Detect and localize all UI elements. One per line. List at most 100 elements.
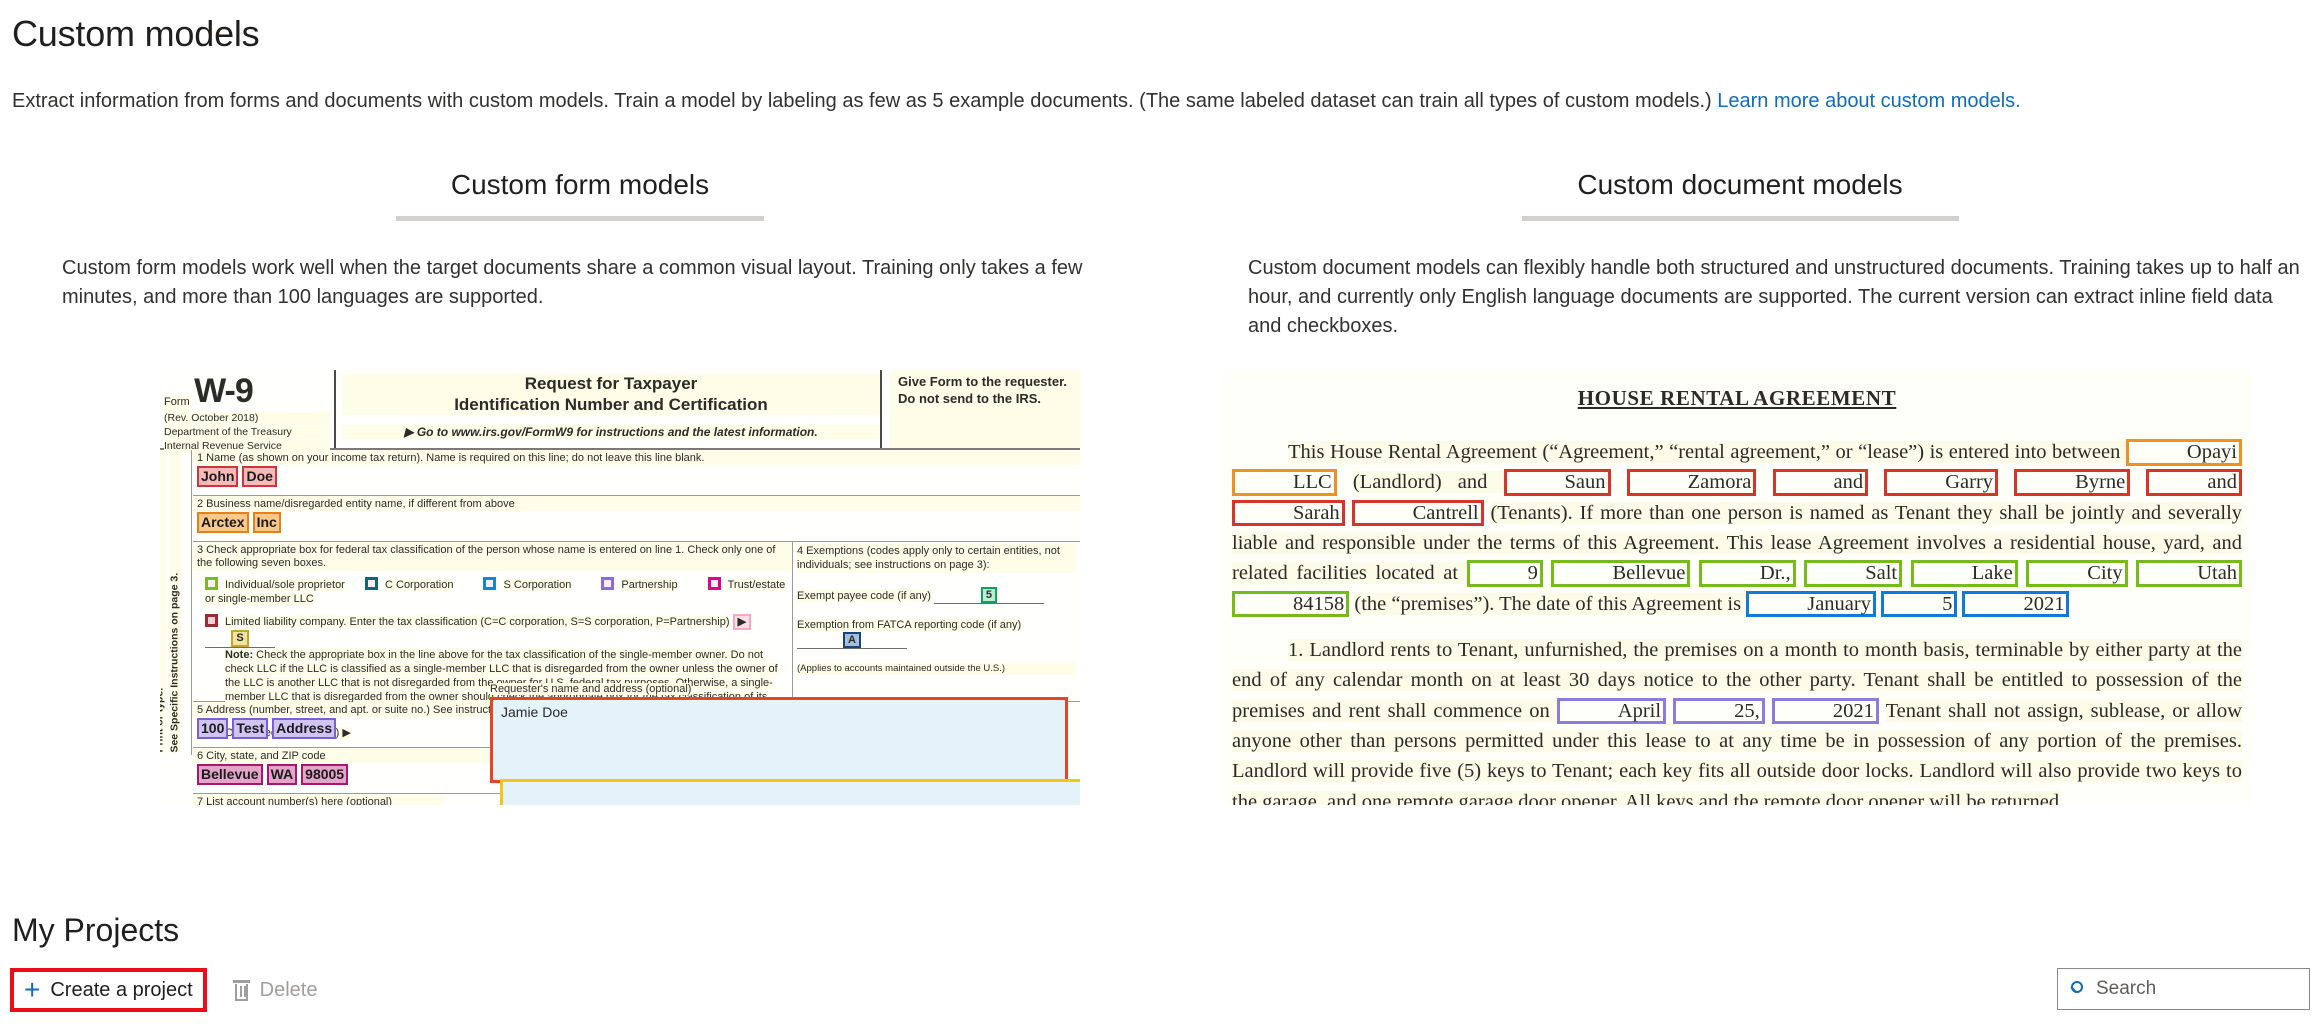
labeled-field-token: Saun	[1503, 469, 1611, 496]
labeled-field-token: 84158	[1232, 590, 1350, 618]
labeled-field-token: Utah	[2136, 560, 2243, 587]
w9-requester-value: Jamie Doe	[501, 704, 568, 720]
w9-revision: (Rev. October 2018)	[164, 412, 330, 426]
w9-title-block: Request for Taxpayer Identification Numb…	[342, 370, 882, 448]
custom-form-models-column: Custom form models Custom form models wo…	[10, 160, 1150, 312]
labeled-field-token: Byrne	[2014, 469, 2131, 496]
labeled-field-token: and	[2146, 469, 2243, 496]
labeled-field-token: 2021	[1771, 697, 1879, 725]
create-a-project-button[interactable]: + Create a project	[10, 968, 207, 1012]
w9-title-line2: Identification Number and Certification	[342, 394, 880, 416]
w9-fatca-label: Exemption from FATCA reporting code (if …	[797, 618, 1022, 631]
w9-line2-row: 2 Business name/disregarded entity name,…	[193, 496, 1080, 542]
w9-line3-row: 4 Exemptions (codes apply only to certai…	[193, 542, 1080, 739]
w9-line7-label: 7 List account number(s) here (optional)	[193, 794, 443, 805]
paragraph-text: (Landlord) and	[1352, 471, 1504, 494]
labeled-field-token: Lake	[1910, 560, 2018, 587]
w9-requester-label: Requester's name and address (optional)	[490, 683, 692, 695]
labeled-field-token: 25,	[1673, 697, 1765, 725]
projects-toolbar: + Create a project Delete	[10, 968, 325, 1012]
delete-button[interactable]: Delete	[225, 975, 326, 1006]
custom-document-models-heading: Custom document models	[1577, 169, 1903, 200]
w9-line6-token: WA	[266, 764, 298, 785]
rental-paragraph-1: This House Rental Agreement (“Agreement,…	[1232, 437, 2243, 619]
page-description: Extract information from forms and docum…	[12, 88, 2021, 114]
w9-line1-token: John	[197, 466, 239, 487]
w9-checkbox-label: Partnership	[621, 578, 678, 591]
learn-more-link[interactable]: Learn more about custom models.	[1717, 90, 2021, 112]
labeled-field-token: Opayi	[2125, 439, 2242, 466]
w9-exempt-payee-row: Exempt payee code (if any) 5	[797, 586, 1076, 604]
w9-exempt-payee-value: 5	[980, 586, 998, 603]
search-icon	[2068, 980, 2085, 998]
w9-title-line1: Request for Taxpayer	[342, 374, 880, 395]
page-description-text: Extract information from forms and docum…	[12, 90, 1718, 112]
w9-llc-code: S	[231, 630, 249, 647]
w9-line2-token: Inc	[252, 512, 281, 533]
w9-llc-arrow-tag: ▶	[732, 614, 752, 631]
paragraph-text: (the “premises”). The date of this Agree…	[1354, 592, 1747, 615]
w9-header: Form W-9 (Rev. October 2018) Department …	[160, 370, 1080, 454]
labeled-field-token: LLC	[1232, 469, 1337, 496]
w9-checkbox-option[interactable]: C Corporation	[365, 576, 454, 593]
w9-line2-token: Arctex	[197, 512, 249, 533]
w9-form-identity: Form W-9 (Rev. October 2018) Department …	[160, 370, 336, 454]
w9-fatca-value: A	[843, 631, 861, 649]
w9-checkbox-label: Trust/estate	[727, 578, 786, 591]
w9-line5-token: Address	[272, 718, 337, 739]
labeled-field-token: Garry	[1884, 469, 1999, 496]
w9-line3-label: 3 Check appropriate box for federal tax …	[193, 542, 793, 571]
w9-fatca-underline: A	[797, 631, 907, 650]
search-box[interactable]	[2057, 968, 2310, 1010]
trash-icon	[232, 979, 250, 1001]
w9-checkbox-option[interactable]: Partnership	[601, 576, 678, 593]
paragraph-text: This House Rental Agreement (“Agreement,…	[1288, 441, 2126, 463]
w9-form-number: W-9	[194, 372, 254, 410]
custom-form-models-description: Custom form models work well when the ta…	[62, 256, 1083, 308]
rental-agreement-sample-image: HOUSE RENTAL AGREEMENT This House Rental…	[1222, 370, 2252, 805]
w9-goto-line: ▶ Go to www.irs.gov/FormW9 for instructi…	[342, 425, 880, 440]
w9-vertical-sidebar: Print or type. See Specific Instructions…	[160, 450, 192, 755]
checkbox-icon[interactable]	[707, 576, 721, 590]
w9-line4-label: 4 Exemptions (codes apply only to certai…	[797, 544, 1076, 573]
labeled-field-token: Bellevue	[1551, 560, 1691, 587]
labeled-field-token: 2021	[1962, 590, 2070, 618]
w9-checkbox-option[interactable]: S Corporation	[483, 576, 572, 593]
w9-llc-label: Limited liability company. Enter the tax…	[225, 616, 730, 629]
w9-requester-field[interactable]: Jamie Doe	[490, 697, 1068, 783]
rental-paragraph-2: 1. Landlord rents to Tenant, unfurnished…	[1232, 635, 2242, 805]
checkbox-icon[interactable]	[205, 576, 218, 590]
w9-line6-token: 98005	[301, 764, 349, 785]
w9-form-label: Form	[164, 396, 190, 411]
search-input[interactable]	[2094, 977, 2299, 1001]
heading-divider	[396, 215, 764, 221]
custom-document-models-description: Custom document models can flexibly hand…	[1248, 256, 2300, 337]
checkbox-icon[interactable]	[365, 576, 378, 590]
labeled-field-token: April	[1556, 697, 1667, 725]
w9-checkbox-label: S Corporation	[503, 578, 572, 591]
w9-sidebar-line2: See Specific Instructions on page 3.	[168, 453, 181, 753]
w9-fatca-row: Exemption from FATCA reporting code (if …	[797, 618, 1076, 650]
checkbox-icon[interactable]	[601, 576, 615, 590]
w9-exempt-payee-underline: 5	[933, 586, 1044, 604]
w9-exempt-payee-label: Exempt payee code (if any)	[797, 590, 931, 603]
w9-account-number-field[interactable]	[500, 779, 1080, 805]
w9-checkbox-option[interactable]: Individual/sole proprietor or single-mem…	[205, 576, 355, 607]
w9-line2-value: Arctex Inc	[193, 511, 1080, 535]
w9-sidebar-line1: Print or type.	[160, 453, 166, 753]
custom-document-models-column: Custom document models Custom document m…	[1170, 160, 2310, 341]
delete-label: Delete	[259, 978, 318, 1001]
plus-icon: +	[24, 974, 41, 1005]
labeled-field-token: and	[1772, 469, 1869, 496]
w9-line1-label: 1 Name (as shown on your income tax retu…	[193, 450, 1080, 466]
checkbox-icon[interactable]	[483, 576, 497, 590]
checkbox-icon-checked[interactable]	[205, 614, 218, 628]
labeled-field-token: Dr.,	[1698, 560, 1796, 587]
w9-line1-row: 1 Name (as shown on your income tax retu…	[193, 450, 1080, 496]
w9-line1-token: Doe	[242, 466, 277, 487]
w9-give-form-note: Give Form to the requester. Do not send …	[890, 370, 1080, 448]
w9-checkbox-option[interactable]: Trust/estate	[707, 576, 786, 593]
create-a-project-label: Create a project	[50, 978, 193, 1001]
w9-note-label: Note:	[225, 648, 254, 661]
w9-exemptions-block: 4 Exemptions (codes apply only to certai…	[792, 542, 1080, 701]
